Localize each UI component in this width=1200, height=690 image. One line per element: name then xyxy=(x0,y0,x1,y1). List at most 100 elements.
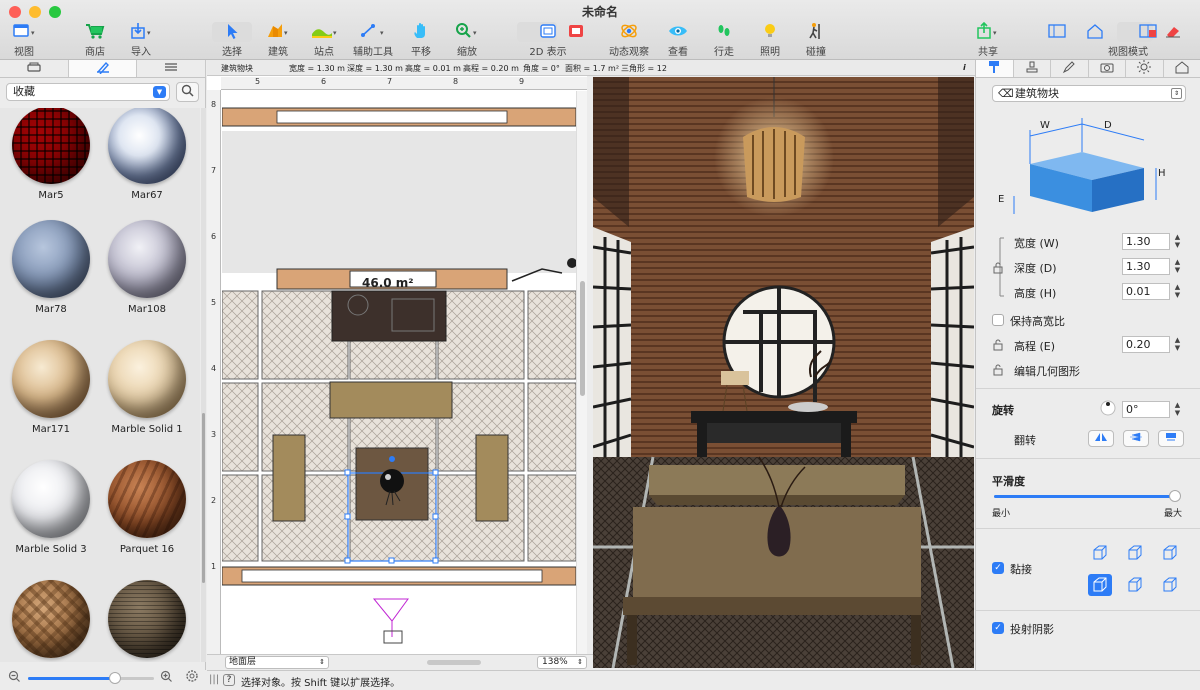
tab-furniture[interactable] xyxy=(0,60,69,77)
info-icon[interactable]: i xyxy=(963,63,966,72)
library-zoom-bar xyxy=(0,666,206,690)
snap-mode-button[interactable] xyxy=(1123,574,1147,596)
width-stepper[interactable]: ▲ ▼ xyxy=(1173,233,1182,250)
pan-tool[interactable]: 平移 xyxy=(406,20,436,58)
view-button[interactable]: ▾ 视图 xyxy=(8,20,40,58)
hand-icon xyxy=(412,20,430,42)
paint-roller-icon xyxy=(987,60,1001,77)
import-button[interactable]: ▾ 导入 xyxy=(125,20,157,58)
display2d-button[interactable]: 2D 表示 xyxy=(528,20,568,58)
walk-button[interactable]: 行走 xyxy=(710,20,738,58)
snap-mode-button[interactable] xyxy=(1158,542,1182,564)
gear-icon[interactable] xyxy=(185,669,199,686)
grip-icon[interactable]: ||| xyxy=(209,674,219,685)
library-scrollbar[interactable] xyxy=(201,108,206,662)
share-button[interactable]: ▾ 共享 xyxy=(972,20,1004,58)
zoom-out-icon[interactable] xyxy=(8,670,21,686)
smoothness-knob[interactable] xyxy=(1169,490,1181,502)
snap-mode-button[interactable] xyxy=(1123,542,1147,564)
aux-tool[interactable]: ▾ 辅助工具 xyxy=(352,20,394,58)
rotation-field[interactable]: 0° xyxy=(1122,401,1170,418)
depth-stepper[interactable]: ▲ ▼ xyxy=(1173,258,1182,275)
smoothness-slider[interactable] xyxy=(994,490,1181,502)
elevation-stepper[interactable]: ▲ ▼ xyxy=(1173,336,1182,353)
material-item[interactable]: Mar5 xyxy=(3,108,99,201)
look-button[interactable]: 查看 xyxy=(664,20,692,58)
height-stepper[interactable]: ▲ ▼ xyxy=(1173,283,1182,300)
tab-sun[interactable] xyxy=(1126,60,1164,77)
snap-mode-button[interactable] xyxy=(1088,542,1112,564)
material-swatch xyxy=(12,580,90,658)
tab-pencil[interactable] xyxy=(1051,60,1089,77)
help-icon[interactable]: ? xyxy=(223,674,235,686)
rotation-dial[interactable] xyxy=(1100,400,1116,419)
library-search-button[interactable] xyxy=(176,82,199,102)
slider-knob[interactable] xyxy=(109,672,121,684)
info-angle: 角度 = 0° xyxy=(523,64,560,73)
store-button[interactable]: 商店 xyxy=(80,20,110,58)
keep-ratio-checkbox[interactable] xyxy=(992,314,1004,326)
material-item[interactable]: Mar67 xyxy=(99,108,195,201)
level-select[interactable]: 地面层 ⇕ xyxy=(225,656,329,669)
tab-stamp[interactable] xyxy=(1014,60,1051,77)
3d-view[interactable] xyxy=(593,77,974,668)
tab-materials[interactable] xyxy=(68,60,138,77)
snap-checkbox[interactable]: ✓ xyxy=(992,562,1004,574)
floor-plan-canvas[interactable]: 46.0 m² xyxy=(222,91,576,654)
viewmode-button[interactable]: 视图模式 xyxy=(1088,20,1168,58)
snap-mode-button-active[interactable] xyxy=(1088,574,1112,596)
zoom-tool[interactable]: ▾ 缩放 xyxy=(452,20,482,58)
viewmode-label: 视图模式 xyxy=(1108,47,1148,58)
collection-select[interactable]: 收藏 ▼ xyxy=(6,83,170,101)
snap-mode-button[interactable] xyxy=(1158,574,1182,596)
material-item[interactable] xyxy=(99,580,195,662)
display3d-button[interactable] xyxy=(568,20,584,58)
layout-left-button[interactable] xyxy=(1046,20,1068,58)
collide-button[interactable]: 碰撞 xyxy=(802,20,830,58)
thumbnail-size-slider[interactable] xyxy=(28,672,154,684)
tab-house[interactable] xyxy=(1164,60,1200,77)
material-item[interactable]: Marble Solid 1 xyxy=(99,340,195,435)
tab-object[interactable] xyxy=(976,60,1014,77)
material-item[interactable]: Mar171 xyxy=(3,340,99,435)
flip-horizontal-button[interactable] xyxy=(1088,430,1114,447)
height-field[interactable]: 0.01 xyxy=(1122,283,1170,300)
material-item[interactable]: Mar108 xyxy=(99,220,195,315)
width-field[interactable]: 1.30 xyxy=(1122,233,1170,250)
tape-measure-icon: ▾ xyxy=(359,20,387,42)
rotation-stepper[interactable]: ▲ ▼ xyxy=(1173,401,1182,418)
material-item[interactable] xyxy=(3,580,99,662)
bulb-icon xyxy=(762,20,778,42)
material-label: Mar67 xyxy=(131,190,163,201)
tab-list[interactable] xyxy=(137,60,207,77)
depth-field[interactable]: 1.30 xyxy=(1122,258,1170,275)
plan-scroll-thumb[interactable] xyxy=(580,281,585,396)
lock-icon[interactable] xyxy=(992,364,1004,379)
building-icon: ▾ xyxy=(266,20,290,42)
build-tool[interactable]: ▾ 建筑 xyxy=(262,20,294,58)
flip-vertical-button[interactable] xyxy=(1123,430,1149,447)
horizontal-scroll-thumb[interactable] xyxy=(427,660,481,665)
library-scroll-thumb[interactable] xyxy=(202,413,205,583)
tab-camera[interactable] xyxy=(1089,60,1126,77)
plan-scrollbar[interactable] xyxy=(576,91,587,654)
ruler-h-label: 9 xyxy=(519,77,525,86)
elevation-field[interactable]: 0.20 xyxy=(1122,336,1170,353)
light-button[interactable]: 照明 xyxy=(756,20,784,58)
zoom-in-icon[interactable] xyxy=(160,670,173,686)
select-tool[interactable]: 选择 xyxy=(216,20,248,58)
material-item[interactable]: Parquet 16 xyxy=(99,460,195,555)
object-type-select[interactable]: ⌫ 建筑物块 ⇕ xyxy=(992,85,1186,102)
station-tool[interactable]: ▾ 站点 xyxy=(306,20,342,58)
lock-icon[interactable] xyxy=(992,262,1004,277)
plan-view[interactable]: 建筑物块 宽度 = 1.30 m 深度 = 1.30 m 高度 = 0.01 m… xyxy=(207,60,980,670)
material-item[interactable]: Marble Solid 3 xyxy=(3,460,99,555)
eraser-button[interactable] xyxy=(1162,20,1184,58)
cast-shadow-checkbox[interactable]: ✓ xyxy=(992,622,1004,634)
material-item[interactable]: Mar78 xyxy=(3,220,99,315)
flip-depth-button[interactable] xyxy=(1158,430,1184,447)
edit-geometry-label[interactable]: 编辑几何图形 xyxy=(1014,363,1080,379)
orbit-button[interactable]: 动态观察 xyxy=(608,20,650,58)
lock-icon[interactable] xyxy=(992,339,1004,354)
zoom-select[interactable]: 138% ⇕ xyxy=(537,656,587,669)
